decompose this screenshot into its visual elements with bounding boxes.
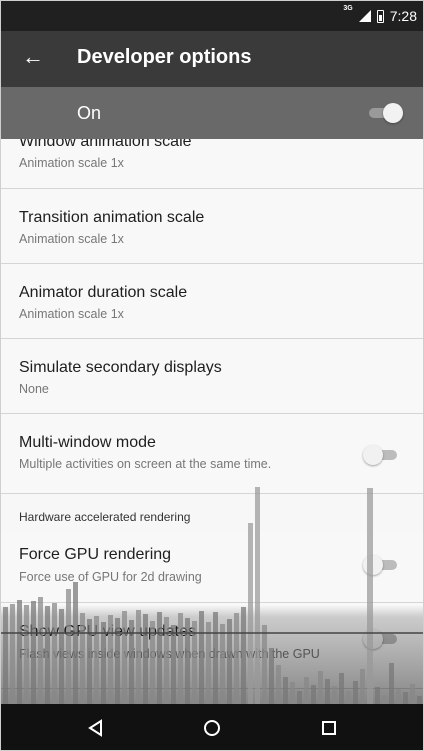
transition-animation-scale-row[interactable]: Transition animation scale Animation sca… — [1, 189, 423, 264]
home-circle-icon[interactable] — [200, 716, 224, 740]
show-gpu-view-updates-row[interactable]: Show GPU view updates Flash views inside… — [1, 603, 423, 689]
row-summary: Animation scale 1x — [19, 156, 124, 170]
window-animation-scale-row[interactable]: Window animation scale Animation scale 1… — [1, 139, 423, 189]
home-circle-icon — [204, 720, 220, 736]
page-title: Developer options — [77, 46, 252, 68]
row-summary: Animation scale 1x — [19, 307, 124, 321]
force-gpu-rendering-toggle[interactable] — [363, 553, 399, 577]
row-title: Multi-window mode — [19, 434, 156, 451]
developer-options-master-switch[interactable]: On — [1, 87, 423, 139]
back-triangle-icon[interactable] — [83, 716, 107, 740]
show-gpu-view-updates-toggle[interactable] — [363, 627, 399, 651]
status-icons: 3G 7:28 — [343, 5, 417, 26]
battery-icon — [376, 9, 384, 23]
force-gpu-rendering-row[interactable]: Force GPU rendering Force use of GPU for… — [1, 531, 423, 603]
toggle-thumb — [363, 445, 383, 465]
row-title: Transition animation scale — [19, 209, 205, 226]
row-summary: Animation scale 1x — [19, 232, 124, 246]
row-summary: Flash views inside windows when drawn wi… — [19, 647, 320, 661]
row-title: Animator duration scale — [19, 284, 188, 301]
row-title: Show GPU view updates — [19, 623, 196, 640]
simulate-secondary-displays-row[interactable]: Simulate secondary displays None — [1, 339, 423, 414]
navigation-bar — [1, 704, 423, 750]
recents-square-icon — [322, 721, 336, 735]
master-switch-label: On — [77, 103, 102, 123]
recents-square-icon[interactable] — [317, 716, 341, 740]
multi-window-mode-toggle[interactable] — [363, 443, 399, 467]
row-summary: Multiple activities on screen at the sam… — [19, 457, 272, 471]
animator-duration-scale-row[interactable]: Animator duration scale Animation scale … — [1, 264, 423, 339]
row-summary: None — [19, 382, 49, 396]
toolbar: ← Developer options — [1, 31, 423, 87]
toggle-thumb — [363, 629, 383, 649]
back-triangle-icon — [88, 719, 102, 737]
multi-window-mode-row[interactable]: Multi-window mode Multiple activities on… — [1, 414, 423, 494]
status-bar: 3G 7:28 — [1, 1, 423, 31]
row-title: Force GPU rendering — [19, 546, 172, 563]
back-arrow-icon[interactable]: ← — [21, 45, 45, 69]
row-title: Simulate secondary displays — [19, 359, 222, 376]
row-summary: Force use of GPU for 2d drawing — [19, 570, 202, 584]
toggle-thumb — [363, 555, 383, 575]
row-title: Window animation scale — [19, 139, 192, 150]
settings-list: Window animation scale Animation scale 1… — [1, 139, 423, 704]
signal-strength-icon — [358, 10, 371, 22]
hardware-accelerated-rendering-header: Hardware accelerated rendering — [19, 510, 191, 524]
android-screen: 3G 7:28 ← Developer options On Window an… — [0, 0, 424, 751]
developer-options-toggle[interactable] — [367, 101, 403, 125]
clock: 7:28 — [389, 8, 417, 24]
toggle-thumb — [383, 103, 403, 123]
network-type-label: 3G — [343, 5, 353, 12]
